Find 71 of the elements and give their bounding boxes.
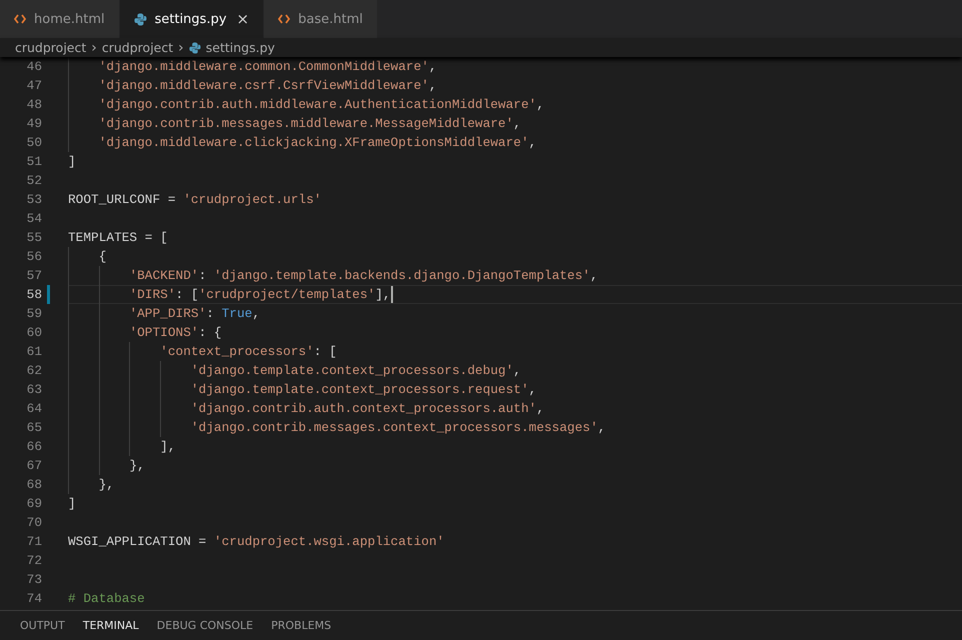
panel-tab[interactable]: DEBUG CONSOLE [156, 619, 254, 632]
line-number: 68 [26, 477, 42, 492]
line-number: 57 [26, 268, 42, 283]
code-line: 'context_processors': [ [160, 344, 337, 359]
code-line: 'APP_DIRS': True, [129, 306, 260, 321]
line-number: 65 [26, 420, 42, 435]
code-line: ] [68, 154, 76, 169]
line-number: 47 [26, 78, 42, 93]
line-number: 56 [26, 249, 42, 264]
line-number: 64 [26, 401, 42, 416]
breadcrumb-item[interactable]: crudproject [15, 40, 86, 55]
code-line: 'django.template.context_processors.debug', [190, 363, 522, 378]
code-line: 'DIRS': ['crudproject/templates'], [129, 286, 393, 303]
code-line: }, [129, 458, 145, 473]
line-number: 63 [26, 382, 42, 397]
editor-tab[interactable]: base.html [264, 0, 378, 38]
line-number: 49 [26, 116, 42, 131]
python-icon [134, 12, 147, 26]
modified-marker [47, 285, 50, 304]
line-number: 54 [26, 211, 42, 226]
code-line: 'django.contrib.auth.context_processors.auth', [190, 401, 544, 416]
panel-tab[interactable]: PROBLEMS [271, 619, 332, 632]
code-line: 'django.middleware.common.CommonMiddleware', [98, 59, 437, 74]
code-line: 'django.middleware.csrf.CsrfViewMiddleware', [98, 78, 437, 93]
line-number: 46 [26, 59, 42, 74]
line-number: 67 [26, 458, 42, 473]
line-number: 53 [26, 192, 42, 207]
code-brackets-icon [278, 14, 290, 24]
line-number: 70 [26, 515, 42, 530]
code-line: WSGI_APPLICATION = 'crudproject.wsgi.application' [68, 534, 444, 549]
line-number: 69 [26, 496, 42, 511]
line-number: 74 [26, 591, 42, 606]
code-line: 'BACKEND': 'django.template.backends.django.DjangoTemplates', [129, 268, 598, 283]
line-number: 55 [26, 230, 42, 245]
line-number: 71 [26, 534, 42, 549]
code-line: ], [160, 439, 176, 454]
close-icon[interactable]: × [236, 10, 250, 28]
breadcrumb-separator: › [178, 40, 184, 56]
panel-tab[interactable]: OUTPUT [20, 619, 65, 632]
line-number: 62 [26, 363, 42, 378]
panel-tab[interactable]: TERMINAL [82, 619, 139, 632]
line-number: 60 [26, 325, 42, 340]
line-number: 61 [26, 344, 42, 359]
line-number: 66 [26, 439, 42, 454]
code-line: # Database [68, 591, 145, 606]
line-number: 72 [26, 553, 42, 568]
code-line: 'django.template.context_processors.request', [190, 382, 536, 397]
python-icon [188, 42, 201, 54]
code-line: 'OPTIONS': { [129, 325, 222, 340]
code-brackets-icon [14, 14, 26, 24]
code-line: ROOT_URLCONF = 'crudproject.urls' [68, 192, 322, 207]
code-line: 'django.contrib.messages.context_processors.messages', [190, 420, 606, 435]
code-line: 'django.contrib.auth.middleware.AuthenticationMiddleware', [98, 97, 544, 112]
line-number: 52 [26, 173, 42, 188]
line-number: 59 [26, 306, 42, 321]
line-number: 73 [26, 572, 42, 587]
code-line: { [98, 249, 106, 264]
code-line: TEMPLATES = [ [68, 230, 168, 245]
line-number: 51 [26, 154, 42, 169]
breadcrumb-item[interactable]: settings.py [206, 40, 275, 55]
code-line: 'django.middleware.clickjacking.XFrameOptionsMiddleware', [98, 135, 536, 150]
editor-tab[interactable]: settings.py × [120, 0, 264, 38]
breadcrumb-item[interactable]: crudproject [102, 40, 174, 55]
editor-tab[interactable]: home.html [0, 0, 120, 38]
line-number: 48 [26, 97, 42, 112]
line-number: 50 [26, 135, 42, 150]
code-line: ] [68, 496, 76, 511]
code-line: }, [98, 477, 114, 492]
code-line: 'django.contrib.messages.middleware.MessageMiddleware', [98, 116, 522, 131]
breadcrumb-separator: › [91, 40, 97, 56]
line-number: 58 [26, 287, 42, 302]
